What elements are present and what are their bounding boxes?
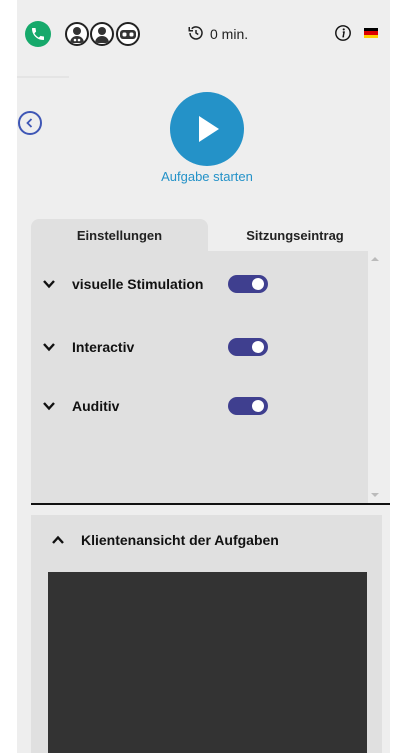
section-divider — [31, 503, 390, 505]
client-view-header[interactable]: Klientenansicht der Aufgaben — [31, 527, 382, 553]
client-view-preview — [48, 572, 367, 753]
setting-row-interactiv[interactable]: Interactiv — [31, 334, 368, 360]
chevron-up-icon — [52, 535, 64, 544]
chevron-down-icon — [43, 402, 55, 411]
divider — [17, 76, 69, 78]
scroll-down-icon[interactable] — [371, 493, 379, 497]
settings-scrollbar[interactable] — [368, 251, 382, 504]
tab-einstellungen[interactable]: Einstellungen — [31, 219, 208, 251]
play-icon — [199, 116, 219, 142]
settings-panel: visuelle Stimulation Interactiv Auditiv — [31, 251, 368, 504]
info-icon[interactable] — [334, 24, 352, 42]
auditiv-toggle[interactable] — [228, 397, 268, 415]
tab-sitzungseintrag[interactable]: Sitzungseintrag — [208, 219, 382, 251]
timer-icon — [187, 24, 205, 45]
timer-value: 0 min. — [210, 26, 249, 42]
setting-label: visuelle Stimulation — [72, 276, 204, 292]
client-avatar-icon[interactable] — [65, 22, 89, 46]
session-timer: 0 min. — [187, 24, 248, 44]
chevron-down-icon — [43, 343, 55, 352]
client-view-title: Klientenansicht der Aufgaben — [81, 532, 279, 548]
tab-bar: Einstellungen Sitzungseintrag — [31, 219, 382, 251]
german-flag-icon[interactable] — [364, 28, 378, 38]
chevron-down-icon — [43, 280, 55, 289]
scroll-up-icon[interactable] — [371, 257, 379, 261]
app-window: 0 min. Aufgabe starten Einstellungen Sit… — [17, 0, 390, 753]
phone-icon[interactable] — [25, 21, 51, 47]
user-avatar-icon[interactable] — [90, 22, 114, 46]
interactiv-toggle[interactable] — [228, 338, 268, 356]
client-view-section: Klientenansicht der Aufgaben — [31, 515, 382, 753]
vr-headset-icon[interactable] — [116, 22, 140, 46]
visual-stimulation-toggle[interactable] — [228, 275, 268, 293]
back-icon[interactable] — [18, 111, 42, 135]
top-bar: 0 min. — [17, 0, 390, 66]
start-task-label[interactable]: Aufgabe starten — [157, 169, 257, 185]
setting-label: Auditiv — [72, 398, 120, 414]
setting-row-auditiv[interactable]: Auditiv — [31, 393, 368, 419]
setting-row-visual[interactable]: visuelle Stimulation — [31, 271, 368, 297]
start-task-button[interactable] — [170, 92, 244, 166]
setting-label: Interactiv — [72, 339, 135, 355]
